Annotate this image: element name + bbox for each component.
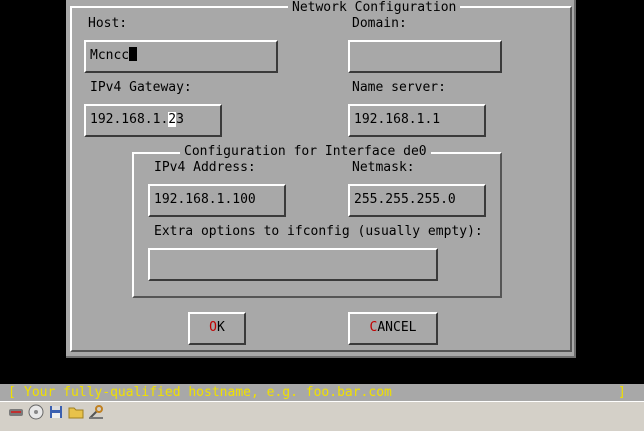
ipv4-input[interactable]: 192.168.1.100 xyxy=(148,184,286,217)
gateway-cursor: 2 xyxy=(168,112,177,127)
gateway-label: IPv4 Gateway: xyxy=(90,80,192,95)
interface-group-title: Configuration for Interface de0 xyxy=(180,144,431,160)
host-label: Host: xyxy=(88,16,128,31)
cancel-label-rest: ANCEL xyxy=(377,320,417,335)
ok-button[interactable]: OK xyxy=(188,312,246,345)
gateway-value-pre: 192.168.1. xyxy=(90,112,169,127)
status-open-bracket: [ xyxy=(8,385,16,400)
ipv4-label: IPv4 Address: xyxy=(154,160,256,175)
ok-label-rest: K xyxy=(217,320,225,335)
gateway-input[interactable]: 192.168.1.23 xyxy=(84,104,222,137)
netmask-label: Netmask: xyxy=(352,160,415,175)
status-close-bracket: ] xyxy=(618,385,626,400)
text-cursor xyxy=(129,47,138,61)
extra-options-label: Extra options to ifconfig (usually empty… xyxy=(154,224,483,239)
dialog-title: Network Configuration xyxy=(288,0,461,16)
cancel-button[interactable]: CANCEL xyxy=(348,312,438,345)
ok-hotkey: O xyxy=(209,320,217,335)
nameserver-input[interactable]: 192.168.1.1 xyxy=(348,104,486,137)
save-icon[interactable] xyxy=(48,404,64,420)
domain-label: Domain: xyxy=(352,16,407,31)
status-text: Your fully-qualified hostname, e.g. foo.… xyxy=(24,385,392,400)
cdrom-icon[interactable] xyxy=(28,404,44,420)
folder-icon[interactable] xyxy=(68,404,84,420)
status-bar: [ Your fully-qualified hostname, e.g. foo… xyxy=(0,384,644,401)
host-value: Mcncc xyxy=(90,48,130,63)
domain-input[interactable] xyxy=(348,40,502,73)
gateway-value-post: 3 xyxy=(176,112,184,127)
netmask-input[interactable]: 255.255.255.0 xyxy=(348,184,486,217)
host-input[interactable]: Mcncc xyxy=(84,40,278,73)
nameserver-label: Name server: xyxy=(352,80,446,95)
disk-icon[interactable] xyxy=(8,404,24,420)
extra-options-input[interactable] xyxy=(148,248,438,281)
tool-icon[interactable] xyxy=(88,404,104,420)
